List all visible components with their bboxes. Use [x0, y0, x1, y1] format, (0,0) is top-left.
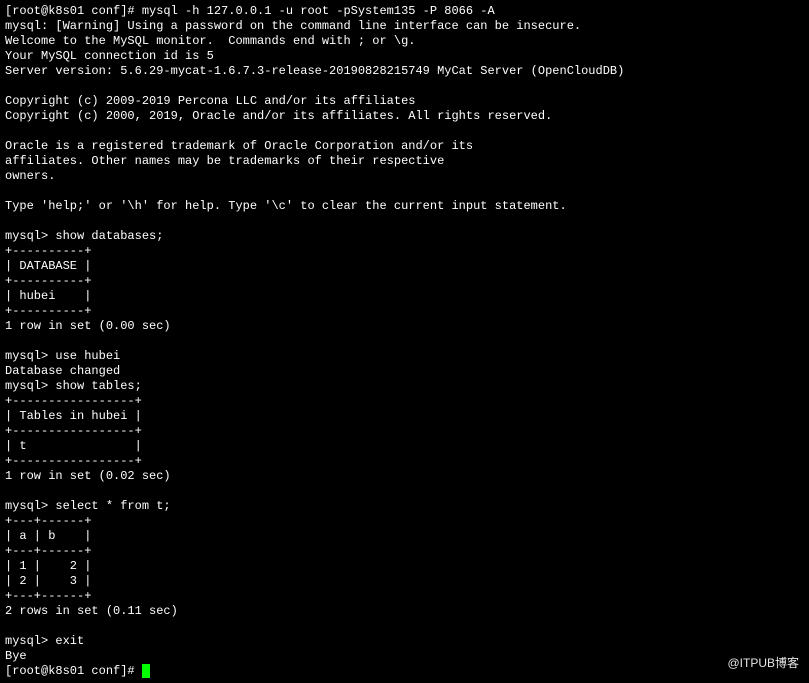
- terminal-line: +-----------------+: [5, 394, 804, 409]
- terminal-line: [root@k8s01 conf]# mysql -h 127.0.0.1 -u…: [5, 4, 804, 19]
- terminal-output[interactable]: [root@k8s01 conf]# mysql -h 127.0.0.1 -u…: [5, 4, 804, 679]
- terminal-line: | Tables in hubei |: [5, 409, 804, 424]
- terminal-line: | DATABASE |: [5, 259, 804, 274]
- terminal-line: 2 rows in set (0.11 sec): [5, 604, 804, 619]
- terminal-line: mysql: [Warning] Using a password on the…: [5, 19, 804, 34]
- terminal-line: +-----------------+: [5, 454, 804, 469]
- terminal-line: | t |: [5, 439, 804, 454]
- watermark-label: @ITPUB博客: [727, 656, 799, 671]
- terminal-line: Oracle is a registered trademark of Orac…: [5, 139, 804, 154]
- terminal-line: Database changed: [5, 364, 804, 379]
- terminal-line: Type 'help;' or '\h' for help. Type '\c'…: [5, 199, 804, 214]
- terminal-line: Your MySQL connection id is 5: [5, 49, 804, 64]
- terminal-line: mysql> exit: [5, 634, 804, 649]
- terminal-line: mysql> show databases;: [5, 229, 804, 244]
- terminal-line: mysql> select * from t;: [5, 499, 804, 514]
- terminal-line: +----------+: [5, 304, 804, 319]
- terminal-line: +----------+: [5, 244, 804, 259]
- terminal-line: [5, 214, 804, 229]
- terminal-line: +---+------+: [5, 544, 804, 559]
- terminal-line: mysql> show tables;: [5, 379, 804, 394]
- terminal-line: 1 row in set (0.02 sec): [5, 469, 804, 484]
- terminal-line: Bye: [5, 649, 804, 664]
- terminal-line: [5, 484, 804, 499]
- terminal-line: [5, 184, 804, 199]
- terminal-line: | 1 | 2 |: [5, 559, 804, 574]
- terminal-line: [5, 619, 804, 634]
- terminal-line: Welcome to the MySQL monitor. Commands e…: [5, 34, 804, 49]
- terminal-line: mysql> use hubei: [5, 349, 804, 364]
- cursor-icon: [142, 664, 150, 678]
- terminal-line: Copyright (c) 2000, 2019, Oracle and/or …: [5, 109, 804, 124]
- terminal-line: Server version: 5.6.29-mycat-1.6.7.3-rel…: [5, 64, 804, 79]
- terminal-line: Copyright (c) 2009-2019 Percona LLC and/…: [5, 94, 804, 109]
- terminal-line: +----------+: [5, 274, 804, 289]
- terminal-line: | 2 | 3 |: [5, 574, 804, 589]
- terminal-line: [5, 79, 804, 94]
- terminal-line: | a | b |: [5, 529, 804, 544]
- terminal-line: 1 row in set (0.00 sec): [5, 319, 804, 334]
- terminal-line: +-----------------+: [5, 424, 804, 439]
- terminal-prompt-line[interactable]: [root@k8s01 conf]#: [5, 664, 804, 679]
- terminal-line: owners.: [5, 169, 804, 184]
- terminal-line: [5, 334, 804, 349]
- terminal-line: affiliates. Other names may be trademark…: [5, 154, 804, 169]
- terminal-line: +---+------+: [5, 589, 804, 604]
- prompt-text: [root@k8s01 conf]#: [5, 664, 142, 678]
- terminal-line: | hubei |: [5, 289, 804, 304]
- terminal-line: [5, 124, 804, 139]
- terminal-line: +---+------+: [5, 514, 804, 529]
